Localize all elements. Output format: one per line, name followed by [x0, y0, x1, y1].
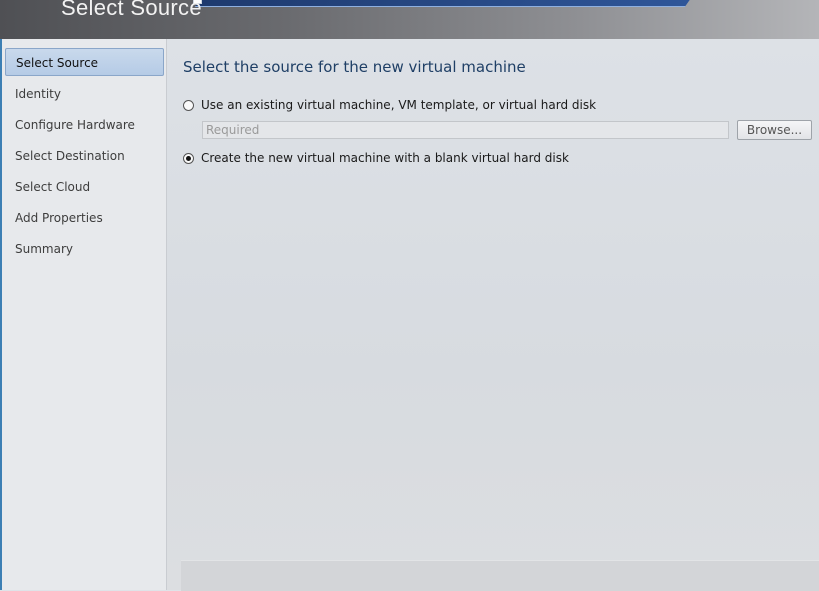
- source-path-input[interactable]: [202, 121, 729, 139]
- wizard-content: Select the source for the new virtual ma…: [167, 39, 819, 591]
- nav-item-select-destination[interactable]: Select Destination: [5, 142, 164, 170]
- nav-item-summary[interactable]: Summary: [5, 235, 164, 263]
- nav-item-select-cloud[interactable]: Select Cloud: [5, 173, 164, 201]
- wizard-steps-nav: Select Source Identity Configure Hardwar…: [2, 39, 167, 590]
- nav-item-identity[interactable]: Identity: [5, 80, 164, 108]
- blank-disk-label: Create the new virtual machine with a bl…: [201, 151, 569, 165]
- blank-disk-radio[interactable]: [183, 152, 194, 164]
- wizard-header: Select Source: [0, 0, 819, 39]
- header-accent-bar: [194, 0, 696, 7]
- browse-button[interactable]: Browse...: [737, 120, 812, 140]
- blank-disk-option[interactable]: Create the new virtual machine with a bl…: [183, 149, 569, 167]
- nav-item-configure-hardware[interactable]: Configure Hardware: [5, 111, 164, 139]
- section-title: Select the source for the new virtual ma…: [183, 58, 526, 76]
- page-title: Select Source: [61, 0, 202, 20]
- footer-band: [181, 560, 819, 591]
- existing-source-option[interactable]: Use an existing virtual machine, VM temp…: [183, 96, 596, 114]
- existing-source-radio[interactable]: [183, 99, 194, 111]
- existing-source-label: Use an existing virtual machine, VM temp…: [201, 98, 597, 112]
- nav-item-select-source[interactable]: Select Source: [5, 48, 164, 76]
- nav-item-add-properties[interactable]: Add Properties: [5, 204, 164, 232]
